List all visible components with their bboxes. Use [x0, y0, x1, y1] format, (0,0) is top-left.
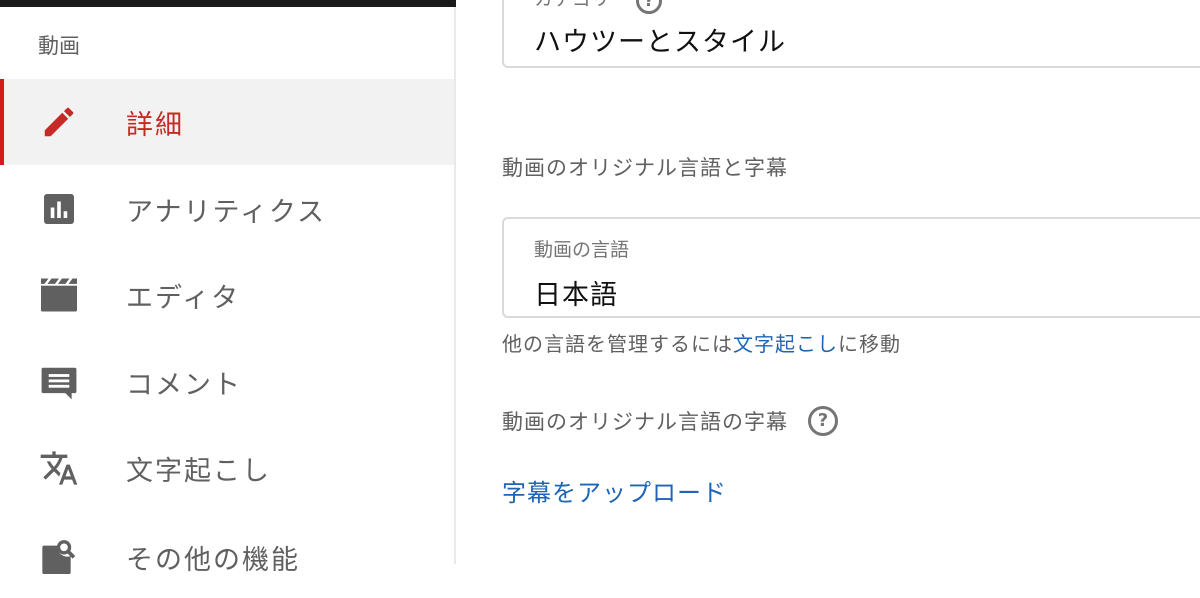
- feature-search-icon: [38, 538, 80, 580]
- video-language-field[interactable]: 動画の言語 日本語: [502, 217, 1200, 318]
- comment-icon: [38, 361, 80, 403]
- pencil-icon: [38, 101, 80, 143]
- main-content: カテゴリ ? ハウツーとスタイル 動画のオリジナル言語と字幕 動画の言語 日本語…: [458, 0, 1200, 564]
- hint-suffix: に移動: [838, 332, 901, 356]
- sidebar-item-editor[interactable]: エディタ: [0, 252, 454, 338]
- help-icon[interactable]: ?: [808, 406, 838, 436]
- sidebar-item-label: その他の機能: [126, 545, 300, 576]
- category-field[interactable]: カテゴリ ? ハウツーとスタイル: [502, 0, 1200, 68]
- language-hint: 他の言語を管理するには文字起こしに移動: [502, 328, 901, 357]
- help-icon[interactable]: ?: [636, 0, 662, 14]
- sidebar-item-comments[interactable]: コメント: [0, 339, 454, 425]
- language-section-title: 動画のオリジナル言語と字幕: [502, 156, 788, 180]
- clapperboard-icon: [38, 274, 80, 316]
- subtitle-section-title: 動画のオリジナル言語の字幕: [502, 410, 788, 434]
- video-language-caption: 動画の言語: [534, 239, 630, 261]
- category-value: ハウツーとスタイル: [534, 27, 786, 58]
- translate-icon: [38, 447, 80, 489]
- sidebar-item-label: エディタ: [126, 282, 241, 314]
- sidebar-item-label: 詳細: [126, 109, 184, 141]
- sidebar-item-transcription[interactable]: 文字起こし: [0, 425, 454, 511]
- sidebar-item-label: アナリティクス: [126, 196, 327, 228]
- sidebar-section-label: 動画: [38, 34, 80, 58]
- sidebar-item-other-features[interactable]: その他の機能: [0, 512, 454, 598]
- bar-chart-icon: [38, 188, 80, 230]
- sidebar-item-analytics[interactable]: アナリティクス: [0, 166, 454, 252]
- sidebar-item-label: コメント: [126, 369, 242, 401]
- video-thumbnail-edge[interactable]: [0, 0, 456, 7]
- category-caption: カテゴリ: [534, 0, 610, 11]
- sidebar-item-details[interactable]: 詳細: [0, 79, 454, 165]
- transcription-link[interactable]: 文字起こし: [733, 332, 838, 356]
- upload-subtitles-link[interactable]: 字幕をアップロード: [502, 473, 727, 508]
- hint-prefix: 他の言語を管理するには: [502, 332, 733, 356]
- video-language-value: 日本語: [534, 280, 618, 311]
- sidebar: 動画 詳細 アナリティクス エディタ コメント 文字起こし その他の機能: [0, 0, 456, 576]
- sidebar-item-label: 文字起こし: [126, 455, 271, 487]
